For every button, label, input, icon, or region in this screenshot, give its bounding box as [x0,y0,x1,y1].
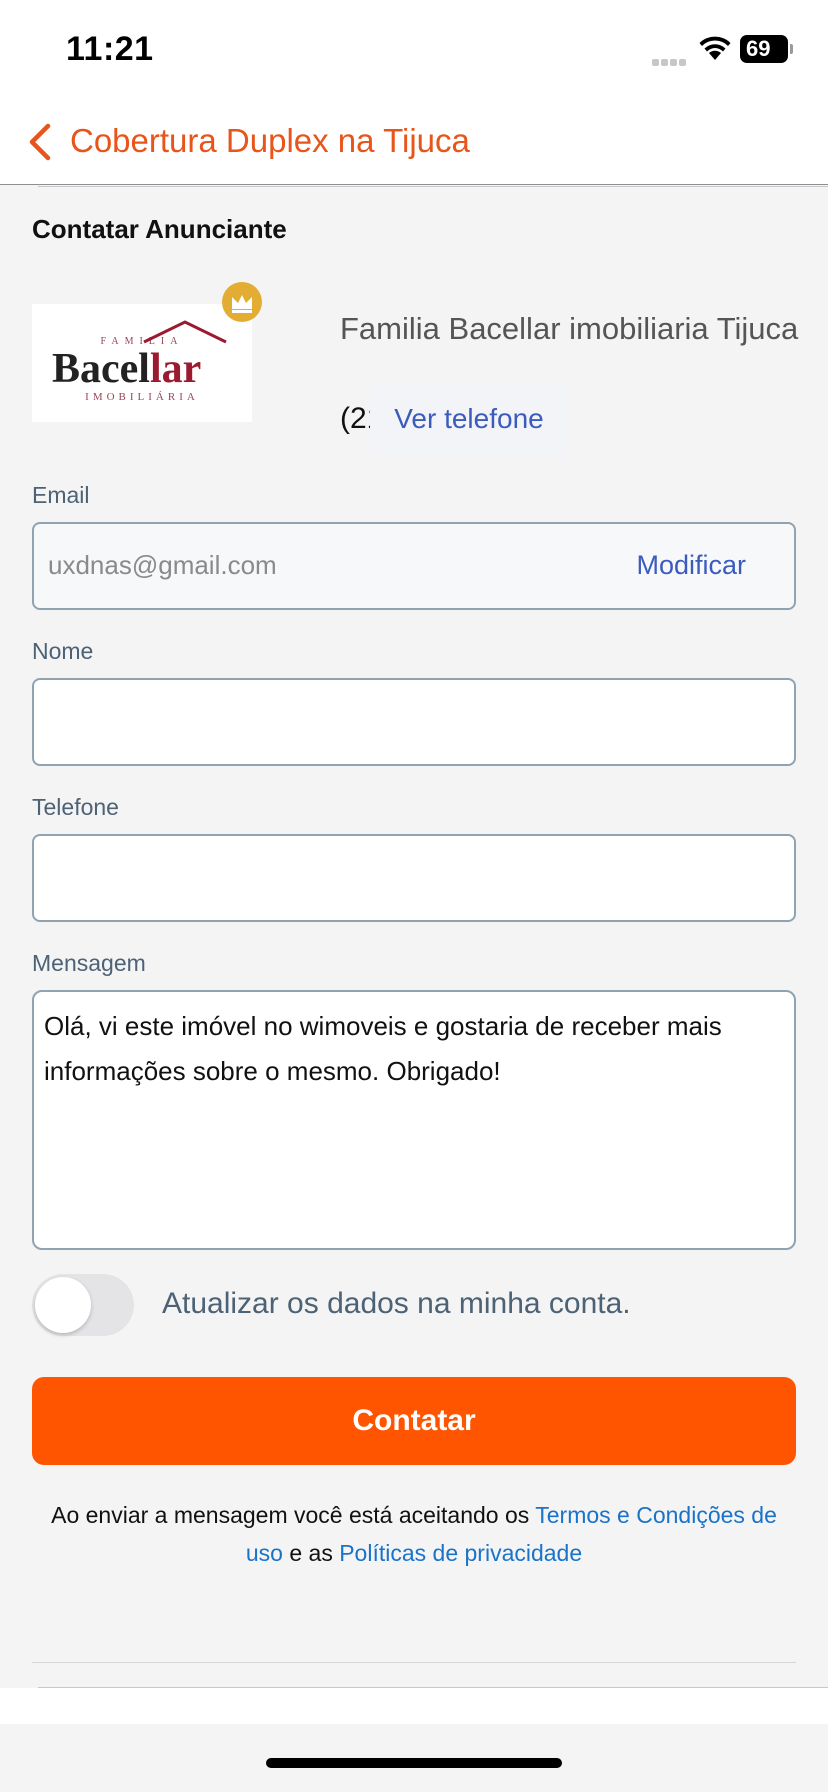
wifi-icon [699,36,731,60]
contact-button[interactable]: Contatar [32,1377,796,1465]
advertiser-name: Familia Bacellar imobiliaria Tijuca [340,311,799,346]
name-field[interactable] [32,678,796,766]
message-label: Mensagem [32,950,146,976]
show-phone-button[interactable]: Ver telefone [370,382,568,456]
name-label: Nome [32,638,94,664]
message-textarea[interactable]: Olá, vi este imóvel no wimoveis e gostar… [32,990,796,1250]
email-field[interactable]: uxdnas@gmail.com Modificar [32,522,796,610]
section-title: Contatar Anunciante [32,214,287,244]
phone-label: Telefone [32,794,119,820]
disclaimer-middle: e as [282,1540,340,1566]
navigation-bar: Cobertura Duplex na Tijuca [0,100,828,185]
home-indicator[interactable] [266,1758,562,1768]
contact-form-section: Contatar Anunciante FAMILIA Bacellar IMO… [0,186,828,1688]
status-bar: 11:21 69 [0,0,828,100]
update-account-label: Atualizar os dados na minha conta. [162,1287,631,1320]
crown-icon [222,282,262,322]
disclaimer-prefix: Ao enviar a mensagem você está aceitando… [51,1502,536,1528]
cellular-signal-icon [652,53,690,66]
terms-disclaimer: Ao enviar a mensagem você está aceitando… [40,1496,788,1572]
toggle-knob [35,1277,91,1333]
divider [38,186,828,187]
svg-text:IMOBILIÁRIA: IMOBILIÁRIA [85,391,199,403]
divider [32,1662,796,1663]
privacy-link[interactable]: Políticas de privacidade [339,1540,582,1566]
chevron-left-icon[interactable] [24,122,58,162]
status-time: 11:21 [66,30,154,68]
bottom-area [0,1688,828,1792]
page-title: Cobertura Duplex na Tijuca [70,122,470,159]
modify-email-button[interactable]: Modificar [636,550,746,581]
email-value: uxdnas@gmail.com [48,550,277,580]
update-account-toggle[interactable] [32,1274,134,1336]
svg-text:Bacellar: Bacellar [52,346,201,392]
advertiser-logo: FAMILIA Bacellar IMOBILIÁRIA [32,304,252,422]
footer-strip [0,1688,828,1724]
phone-field[interactable] [32,834,796,922]
email-label: Email [32,482,90,508]
battery-icon: 69 [740,35,793,63]
